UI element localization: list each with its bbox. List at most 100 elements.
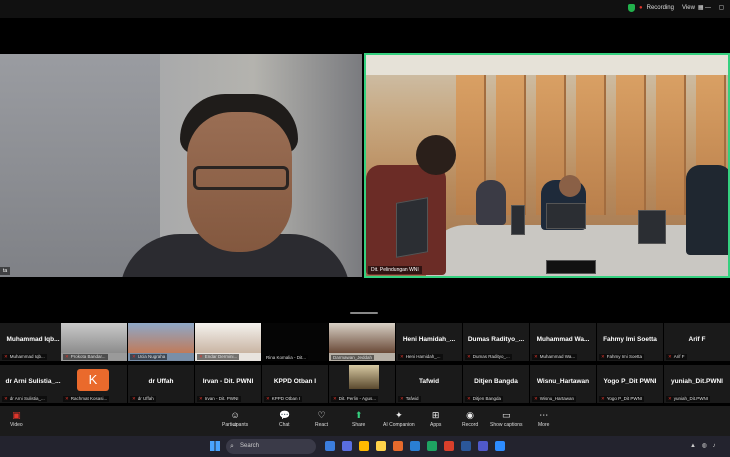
participant-name-tag: ✕ Prokota Bandar... <box>63 354 108 360</box>
participant-name-tag: ✕ Fahmy Imi Soetta <box>599 354 645 360</box>
windows-start-icon[interactable] <box>210 441 220 451</box>
sparkle-icon: ✦ <box>395 410 403 420</box>
participant-name-tag: ✕ Dit. Perlin - Agus... <box>331 396 379 402</box>
participant-avatar-photo <box>349 365 379 389</box>
muted-mic-icon: ✕ <box>467 396 471 401</box>
participant-name-large: dr Arni Sulistia_... <box>5 378 61 385</box>
participants-button[interactable]: ☺47 Participants <box>222 410 248 428</box>
main-video-left[interactable]: ta <box>0 54 362 277</box>
muted-mic-icon: ✕ <box>266 396 270 401</box>
taskbar-folder-icon[interactable] <box>359 441 369 451</box>
apps-button[interactable]: ⊞ Apps <box>430 410 441 428</box>
recording-label: Recording <box>646 5 674 11</box>
participant-tile[interactable]: Wisnu_Hartawan ✕ Wisnu_Hartawan <box>530 365 596 403</box>
participant-tile[interactable]: Irvan - Dit. PWNI ✕ Irvan - Dit. PWNI <box>195 365 261 403</box>
apps-label: Apps <box>430 422 442 428</box>
participant-name-large: Dumas Radityo_... <box>467 336 525 343</box>
participant-tile[interactable]: ✕ Dit. Perlin - Agus... <box>329 365 395 403</box>
room-ceiling <box>366 55 728 75</box>
participant-tile[interactable]: Arif F ✕ Arif F <box>664 323 730 361</box>
taskbar-word-icon[interactable] <box>461 441 471 451</box>
participant-name-tag: ✕ yuniah_Dit.PWNI <box>666 396 711 402</box>
participant-name-large: dr Uffah <box>148 378 174 385</box>
attendee-head <box>416 135 456 175</box>
attendee <box>686 165 728 255</box>
participant-tile[interactable]: Muhammad Wa... ✕ Muhammad Wa... <box>530 323 596 361</box>
participant-tile[interactable]: Heni Hamidah_... ✕ Heni Hamidah_... <box>396 323 462 361</box>
participant-tile[interactable]: Rina Komalia - Dit... <box>262 323 328 361</box>
participant-name-large: Muhammad Iqb... <box>6 336 60 343</box>
participant-name-large: Muhammad Wa... <box>536 336 590 343</box>
participant-tile[interactable]: ✕ Prokota Bandar... <box>61 323 127 361</box>
heart-icon: ♡ <box>317 410 326 420</box>
muted-mic-icon: ✕ <box>601 354 605 359</box>
laptop <box>638 210 666 244</box>
laptop <box>396 197 428 258</box>
laptop <box>546 203 586 229</box>
chat-icon: 💬 <box>279 410 291 420</box>
meeting-toolbar: ▣ Video ☺47 Participants 💬 Chat ♡ React … <box>0 406 730 436</box>
participant-gallery: Muhammad Iqb... ✕ Muhammad Iqb... ✕ Prokot… <box>0 323 730 403</box>
participant-name-tag: Dit. Pelindungan WNI <box>368 266 422 274</box>
captions-icon: ▭ <box>502 410 511 420</box>
participant-tile[interactable]: Ditjen Bangda ✕ Ditjen Bangda <box>463 365 529 403</box>
taskbar-search[interactable]: ⌕ Search <box>226 439 316 454</box>
taskbar-app-icon[interactable] <box>342 441 352 451</box>
participant-tile[interactable]: dr Uffah ✕ dr Uffah <box>128 365 194 403</box>
participant-tile[interactable]: dr Arni Sulistia_... ✕ dr Arni Sulistia_.… <box>0 365 66 403</box>
taskbar-app-icon[interactable] <box>393 441 403 451</box>
avatar: K <box>77 369 109 391</box>
taskbar-app-icon[interactable] <box>325 441 335 451</box>
participant-tile[interactable]: Darmawan_Jeddah <box>329 323 395 361</box>
participant-name-tag: ✕ dr Arni Sulistia_... <box>2 396 47 402</box>
captions-button[interactable]: ▭ Show captions <box>490 410 523 428</box>
participant-name-tag: ✕ Muhammad Iqb... <box>2 354 47 360</box>
participant-name-tag: ✕ Arif F <box>666 354 687 360</box>
search-label: Search <box>240 443 260 449</box>
wall-panel <box>656 75 686 215</box>
participant-tile[interactable]: ✕ Endar Dermini... <box>195 323 261 361</box>
share-icon: ⬆ <box>354 410 363 420</box>
participant-tile[interactable]: Yogo P_Dit PWNI ✕ Yogo P_Dit PWNI <box>597 365 663 403</box>
system-tray[interactable]: ▲ ◍ ♪ <box>690 442 718 449</box>
participants-icon: ☺47 <box>230 410 240 427</box>
participant-tile[interactable]: Fahmy Imi Soetta ✕ Fahmy Imi Soetta <box>597 323 663 361</box>
view-button[interactable]: View ▦ <box>682 4 704 12</box>
view-label: View <box>682 4 695 11</box>
record-button[interactable]: ◉ Record <box>462 410 478 428</box>
taskbar-zoom-icon[interactable] <box>495 441 505 451</box>
recording-indicator[interactable]: ● Recording <box>628 4 674 12</box>
more-label: More <box>538 422 550 428</box>
main-video-right-active-speaker[interactable]: Dit. Pelindungan WNI <box>364 53 730 278</box>
security-shield-icon <box>628 4 635 12</box>
participant-name-tag: ta <box>0 267 11 275</box>
participant-tile[interactable]: Tafwid ✕ Tafwid <box>396 365 462 403</box>
react-button[interactable]: ♡ React <box>315 410 328 428</box>
participant-tile[interactable]: Muhammad Iqb... ✕ Muhammad Iqb... <box>0 323 66 361</box>
resize-handle[interactable] <box>350 312 378 314</box>
window-controls[interactable]: — ▢ <box>705 4 727 11</box>
more-button[interactable]: ⋯ More <box>538 410 549 428</box>
ai-companion-button[interactable]: ✦ AI Companion <box>383 410 415 428</box>
muted-mic-icon: ✕ <box>199 396 203 401</box>
participant-name-large: Yogo P_Dit PWNI <box>603 378 657 385</box>
participant-name-large: Heni Hamidah_... <box>402 336 456 343</box>
participant-tile[interactable]: K ✕ Rachmat Kosasi... <box>61 365 127 403</box>
taskbar-edge-icon[interactable] <box>410 441 420 451</box>
participant-tile[interactable]: ✕ Ucia Nugraha <box>128 323 194 361</box>
taskbar-teams-icon[interactable] <box>478 441 488 451</box>
taskbar-app-icon[interactable] <box>376 441 386 451</box>
participant-tile[interactable]: KPPD Otban I ✕ KPPD Otban I <box>262 365 328 403</box>
record-icon: ◉ <box>466 410 474 420</box>
share-button[interactable]: ⬆ Share <box>352 410 365 428</box>
participant-tile[interactable]: yuniah_Dit.PWNI ✕ yuniah_Dit.PWNI <box>664 365 730 403</box>
taskbar-app-icon[interactable] <box>427 441 437 451</box>
chat-button[interactable]: 💬 Chat <box>279 410 291 428</box>
video-button[interactable]: ▣ Video <box>10 410 23 428</box>
taskbar-app-icon[interactable] <box>444 441 454 451</box>
participant-tile[interactable]: Dumas Radityo_... ✕ Dumas Radityo_... <box>463 323 529 361</box>
video-off-icon: ▣ <box>12 410 21 420</box>
participant-name-tag: ✕ Yogo P_Dit PWNI <box>599 396 645 402</box>
muted-mic-icon: ✕ <box>400 354 404 359</box>
participant-name-large: Wisnu_Hartawan <box>536 378 590 385</box>
